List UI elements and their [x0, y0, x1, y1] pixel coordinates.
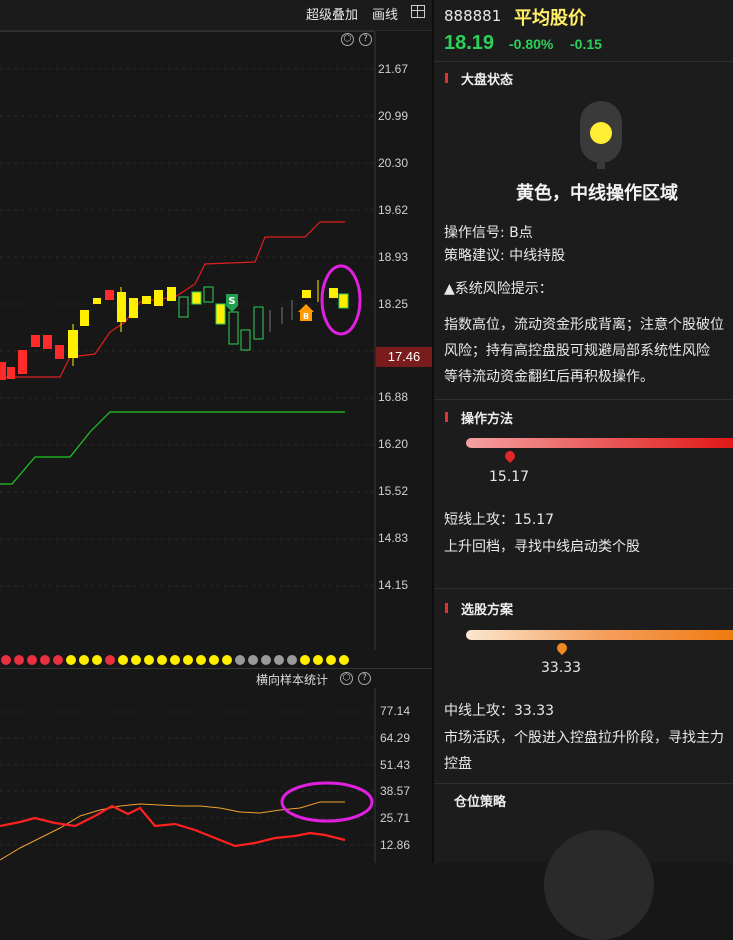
stock-picking-title: 选股方案 — [461, 603, 514, 618]
subchart-settings-icon[interactable]: ⬡ — [340, 672, 353, 685]
market-state-title: 大盘状态 — [461, 73, 514, 88]
super-overlay-button[interactable]: 超级叠加 — [306, 4, 358, 23]
operation-gauge-marker — [502, 448, 518, 464]
stock-name: 平均股价 — [514, 8, 586, 29]
section-marker — [445, 412, 448, 422]
y-tick: 18.25 — [378, 297, 409, 311]
operation-line2: 上升回档，寻找中线启动类个股 — [444, 539, 640, 555]
stock-picking-gauge-value: 33.33 — [541, 660, 582, 676]
risk-line: 风险；持有高控盘股可规避局部系统性风险 — [444, 343, 710, 359]
sub-y-tick: 64.29 — [380, 731, 411, 745]
sell-signal-icon: S — [226, 294, 238, 312]
sub-y-tick: 51.43 — [380, 758, 411, 772]
sub-y-tick: 25.71 — [380, 811, 411, 825]
sub-y-tick: 77.14 — [380, 704, 411, 718]
y-tick: 19.62 — [378, 203, 409, 217]
stock-picking-line2: 市场活跃，个股进入控盘拉升阶段，寻找主力 — [444, 730, 724, 746]
stock-code: 888881 — [444, 7, 502, 25]
operation-line1: 短线上攻：15.17 — [444, 512, 555, 528]
stock-picking-line3: 控盘 — [444, 756, 472, 772]
y-tick: 14.83 — [378, 531, 409, 545]
right-info-panel: 888881 平均股价 18.19 -0.80% -0.15 大盘状态 黄色，中… — [434, 0, 733, 940]
risk-line: 指数高位，流动资金形成背离；注意个股破位 — [444, 317, 724, 333]
red-series-line — [0, 804, 346, 848]
position-gauge-circle — [544, 830, 654, 940]
svg-text:B: B — [303, 312, 309, 321]
subchart-help-icon[interactable]: ? — [358, 672, 371, 685]
stock-picking-line1: 中线上攻：33.33 — [444, 703, 555, 719]
y-tick: 14.15 — [378, 578, 409, 592]
subchart-title[interactable]: 横向样本统计 — [256, 671, 328, 688]
traffic-light-icon — [580, 101, 622, 169]
grid-layout-icon[interactable] — [411, 5, 425, 18]
y-tick: 20.99 — [378, 109, 409, 123]
sub-y-tick: 38.57 — [380, 784, 411, 798]
stock-price: 18.19 — [444, 32, 495, 54]
lower-band-line — [0, 411, 345, 485]
operation-title: 操作方法 — [461, 412, 514, 427]
risk-title: ▲系统风险提示： — [444, 281, 553, 297]
orange-series-line — [0, 801, 345, 861]
draw-line-button[interactable]: 画线 — [372, 4, 398, 23]
stock-change-pct: -0.80% — [509, 36, 554, 52]
horizontal-sample-chart — [0, 688, 376, 863]
risk-line: 等待流动资金翻红后再积极操作。 — [444, 369, 654, 385]
stock-change: -0.15 — [570, 36, 602, 52]
sub-y-tick: 12.86 — [380, 838, 411, 852]
strategy-advice: 策略建议: 中线持股 — [444, 248, 566, 264]
operation-signal: 操作信号: B点 — [444, 225, 533, 241]
stock-picking-gauge-bar — [466, 630, 733, 640]
subchart-border — [0, 668, 432, 669]
chart-toolbar: 超级叠加 画线 — [0, 0, 432, 31]
status-dot-row — [1, 655, 349, 665]
y-tick: 18.93 — [378, 250, 409, 264]
market-status-text: 黄色，中线操作区域 — [516, 183, 678, 204]
candles — [0, 280, 349, 380]
y-tick: 21.67 — [378, 62, 409, 76]
operation-gauge-bar — [466, 438, 733, 448]
main-candlestick-chart: S B — [0, 32, 376, 650]
operation-gauge-value: 15.17 — [489, 469, 530, 485]
y-tick: 16.20 — [378, 437, 409, 451]
position-title: 仓位策略 — [454, 795, 507, 810]
y-tick: 16.88 — [378, 390, 409, 404]
svg-text:S: S — [228, 296, 235, 307]
y-tick: 15.52 — [378, 484, 409, 498]
current-price-tag: 17.46 — [376, 347, 432, 367]
stock-picking-gauge-marker — [554, 640, 570, 656]
section-marker — [445, 73, 448, 83]
buy-signal-icon: B — [298, 304, 314, 321]
y-tick: 20.30 — [378, 156, 409, 170]
section-marker — [445, 603, 448, 613]
